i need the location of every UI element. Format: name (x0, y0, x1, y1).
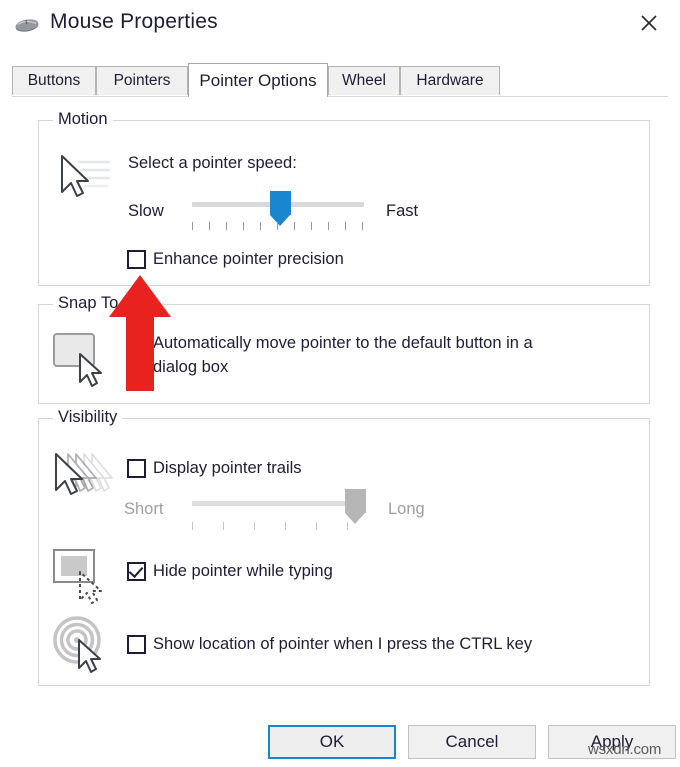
title-bar: Mouse Properties (0, 0, 680, 53)
pointer-options-panel: Motion Select a pointer speed: Slow Fast (0, 98, 680, 698)
tab-label: Wheel (342, 72, 386, 89)
tab-label: Hardware (416, 72, 484, 89)
show-location-checkbox[interactable] (127, 635, 146, 654)
motion-group-label: Motion (53, 110, 113, 129)
tab-wheel[interactable]: Wheel (328, 66, 400, 95)
pointer-speed-label: Select a pointer speed: (128, 154, 297, 172)
visibility-group-label: Visibility (53, 408, 123, 427)
pointer-speed-ticks (192, 222, 364, 230)
slider-fast-label: Fast (386, 202, 419, 220)
pointer-trails-ticks (192, 522, 364, 530)
tab-label: Pointer Options (199, 70, 317, 90)
enhance-pointer-precision-checkbox[interactable] (127, 250, 146, 269)
enhance-pointer-precision-label: Enhance pointer precision (153, 250, 344, 268)
dialog-footer: OK Cancel Apply (0, 698, 680, 767)
hide-pointer-typing-checkbox[interactable] (127, 562, 146, 581)
close-icon[interactable] (626, 2, 672, 44)
cancel-button[interactable]: Cancel (408, 725, 536, 759)
tab-strip-divider (12, 96, 668, 97)
pointer-trails-icon (48, 450, 114, 513)
pointer-speed-icon (50, 150, 114, 215)
show-location-label: Show location of pointer when I press th… (153, 635, 533, 653)
snap-to-label-line1: Automatically move pointer to the defaul… (153, 334, 533, 352)
trails-short-label: Short (124, 500, 164, 518)
ok-button-label: OK (319, 732, 345, 751)
trails-long-label: Long (388, 500, 425, 518)
tab-pointers[interactable]: Pointers (96, 66, 188, 95)
tab-buttons[interactable]: Buttons (12, 66, 96, 95)
show-location-radar-icon (52, 614, 114, 679)
pointer-speed-slider-thumb[interactable] (270, 191, 291, 226)
watermark: wsxdn.com (588, 741, 662, 758)
tab-label: Pointers (113, 72, 171, 89)
hide-pointer-typing-icon (52, 548, 112, 609)
red-up-arrow-annotation (108, 275, 172, 391)
tab-label: Buttons (27, 72, 81, 89)
cancel-button-label: Cancel (445, 732, 499, 751)
hide-pointer-typing-label: Hide pointer while typing (153, 562, 333, 580)
display-pointer-trails-checkbox[interactable] (127, 459, 146, 478)
slider-slow-label: Slow (128, 202, 164, 220)
snap-to-button-icon (52, 330, 112, 393)
pointer-trails-slider-track[interactable] (192, 501, 364, 506)
tab-hardware[interactable]: Hardware (400, 66, 500, 95)
display-pointer-trails-label: Display pointer trails (153, 459, 302, 477)
pointer-trails-slider-thumb[interactable] (345, 489, 366, 524)
tab-pointer-options[interactable]: Pointer Options (188, 63, 328, 97)
mouse-icon (14, 16, 42, 34)
ok-button[interactable]: OK (268, 725, 396, 759)
window-title: Mouse Properties (50, 10, 218, 33)
tab-strip: Buttons Pointers Pointer Options Wheel H… (0, 53, 680, 98)
